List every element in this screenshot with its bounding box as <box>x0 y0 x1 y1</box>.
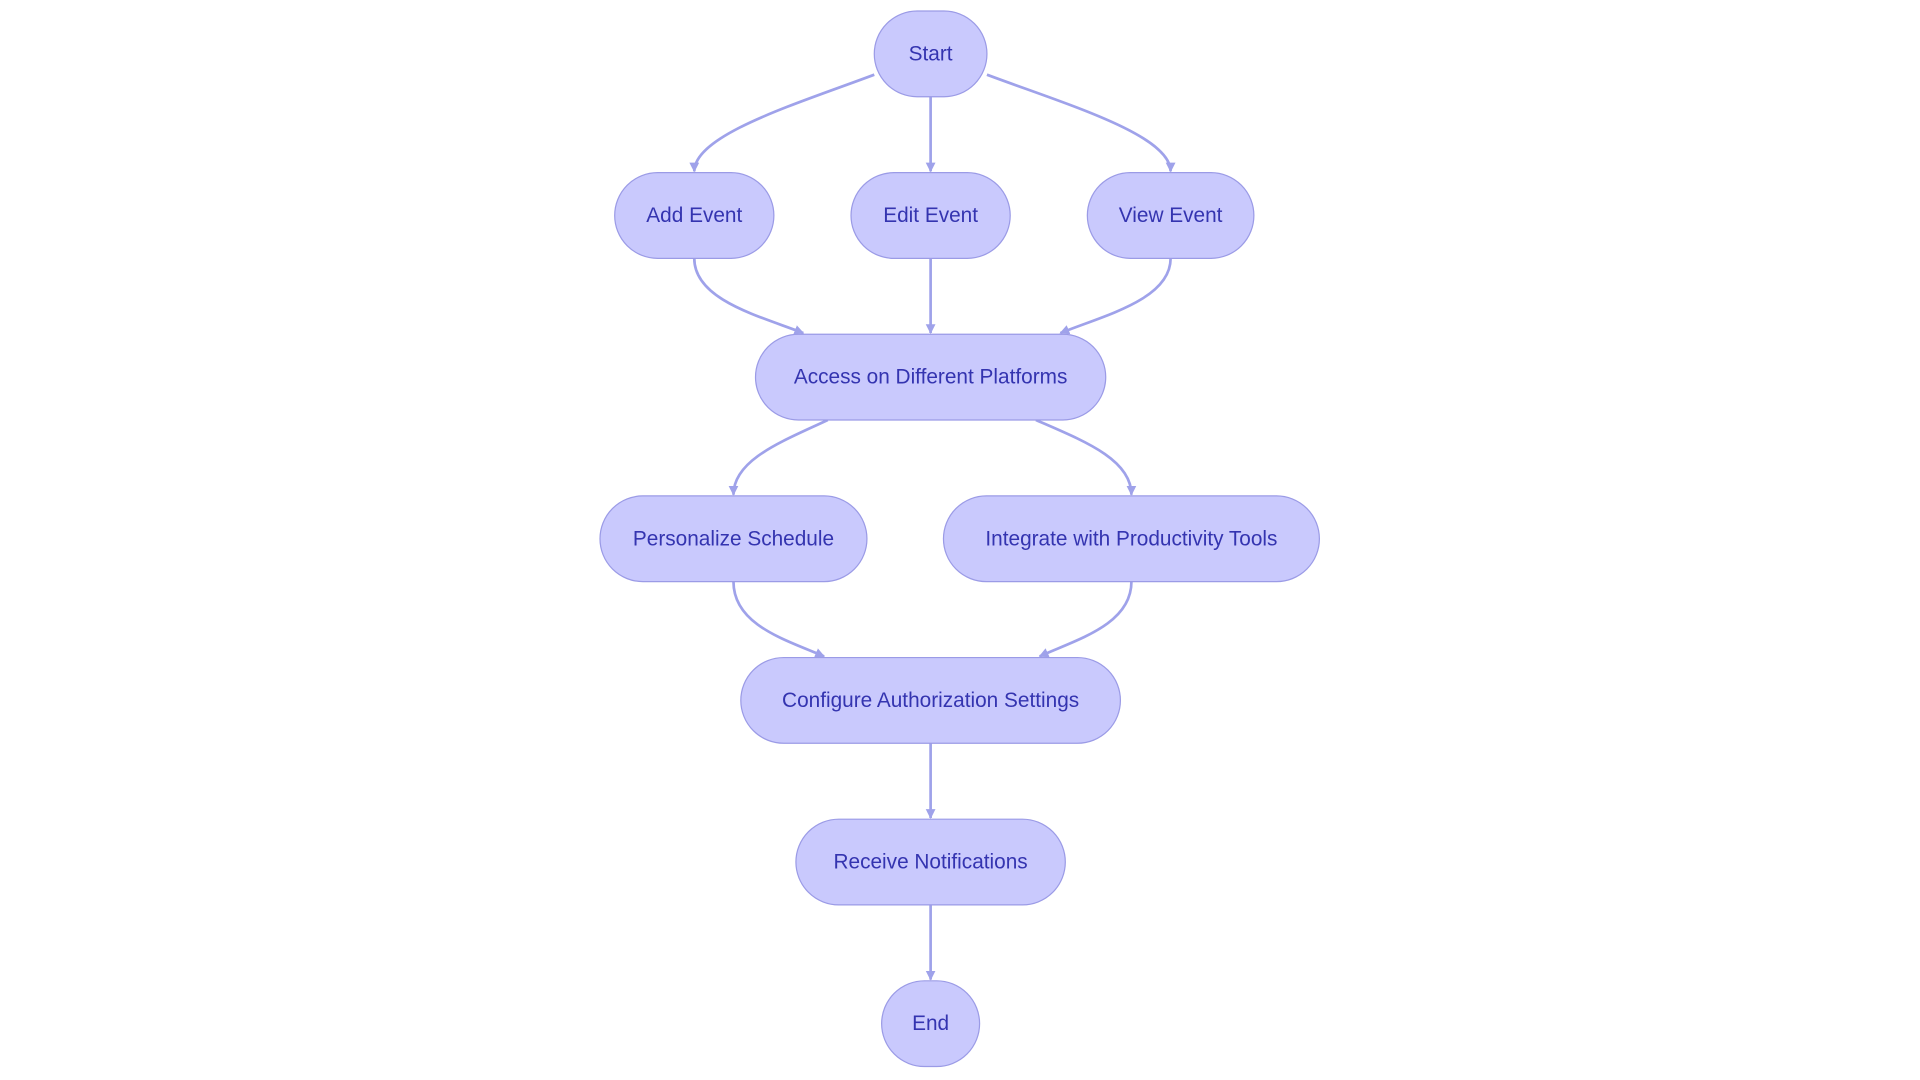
edge-integrate-to-configure <box>1038 581 1133 658</box>
node-add: Add Event <box>614 172 775 259</box>
node-personalize: Personalize Schedule <box>599 495 868 583</box>
node-label: Edit Event <box>883 204 978 227</box>
node-label: Add Event <box>646 204 742 227</box>
node-label: Integrate with Productivity Tools <box>985 527 1277 550</box>
edge-start-to-add <box>689 73 875 173</box>
edge-access-to-personalize <box>728 418 829 496</box>
node-configure: Configure Authorization Settings <box>740 656 1122 744</box>
node-edit: Edit Event <box>850 172 1011 259</box>
node-view: View Event <box>1086 172 1255 259</box>
node-start: Start <box>873 10 988 98</box>
node-receive: Receive Notifications <box>795 818 1066 906</box>
edge-personalize-to-configure <box>732 581 825 658</box>
node-end: End <box>881 980 981 1068</box>
node-access: Access on Different Platforms <box>754 333 1107 421</box>
node-label: View Event <box>1119 204 1223 227</box>
edge-view-to-access <box>1059 258 1172 335</box>
flowchart: Start Add Event Edit Event View Event Access… <box>599 10 1321 1068</box>
node-label: End <box>912 1012 949 1035</box>
node-integrate: Integrate with Productivity Tools <box>942 495 1321 583</box>
node-label: Start <box>909 42 953 65</box>
edge-start-to-view <box>986 73 1176 173</box>
node-label: Access on Different Platforms <box>794 366 1068 389</box>
node-label: Configure Authorization Settings <box>782 689 1079 712</box>
node-label: Receive Notifications <box>834 851 1028 874</box>
edge-access-to-integrate <box>1035 418 1137 496</box>
edge-add-to-access <box>692 258 805 335</box>
node-label: Personalize Schedule <box>633 527 834 550</box>
